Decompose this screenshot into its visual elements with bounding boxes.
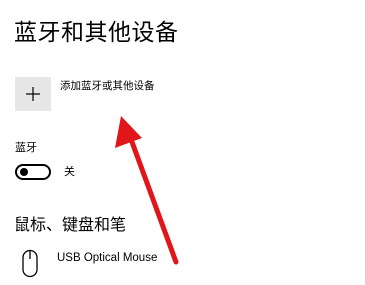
mouse-keyboard-pen-section-title: 鼠标、键盘和笔 xyxy=(14,215,127,234)
bluetooth-toggle[interactable] xyxy=(15,164,51,180)
device-item-usb-optical-mouse[interactable]: USB Optical Mouse xyxy=(57,251,157,265)
add-device-label[interactable]: 添加蓝牙或其他设备 xyxy=(60,79,155,93)
page-title: 蓝牙和其他设备 xyxy=(14,20,179,46)
toggle-knob xyxy=(20,168,28,176)
mouse-icon xyxy=(22,249,38,278)
plus-icon xyxy=(26,87,40,101)
bluetooth-toggle-state: 关 xyxy=(64,165,75,178)
add-device-button[interactable] xyxy=(15,77,51,111)
bluetooth-label: 蓝牙 xyxy=(15,141,37,154)
